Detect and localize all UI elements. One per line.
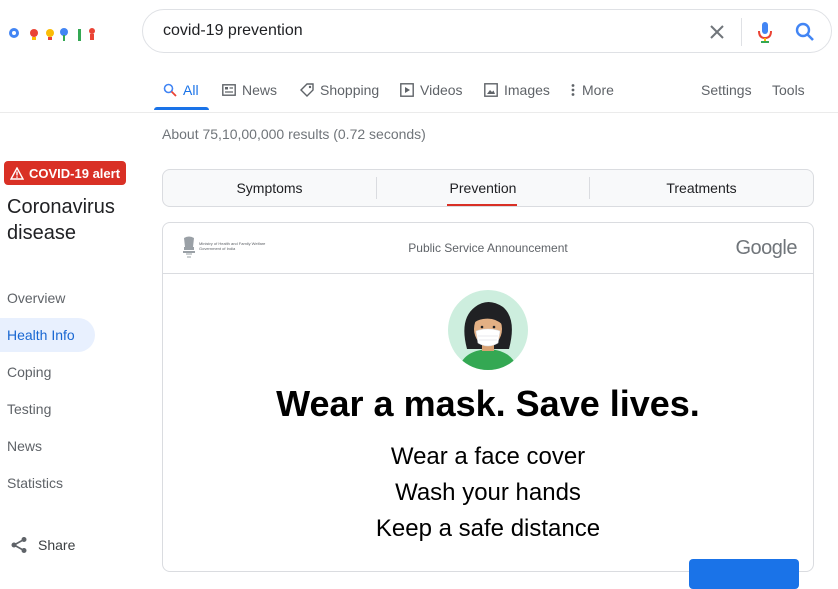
disease-title: Coronavirus disease — [7, 196, 115, 244]
tab-label: Shopping — [320, 82, 380, 98]
tab-label: All — [183, 82, 199, 98]
psa-card-header: Ministry of Health and Family Welfare Go… — [163, 223, 813, 274]
clear-search-button[interactable] — [703, 18, 731, 46]
tab-more[interactable]: More — [570, 70, 614, 110]
search-box[interactable]: covid-19 prevention — [142, 9, 832, 53]
subnav-prevention[interactable]: Prevention — [377, 170, 589, 206]
sidebar-item-coping[interactable]: Coping — [0, 355, 51, 389]
subnav-symptoms[interactable]: Symptoms — [163, 170, 376, 206]
search-button[interactable] — [791, 18, 819, 46]
tab-label: More — [582, 82, 614, 98]
psa-line: Keep a safe distance — [375, 515, 601, 542]
covid-alert-badge: COVID-19 alert — [4, 161, 127, 185]
subnav-label: Prevention — [449, 180, 517, 196]
psa-line: Wash your hands — [395, 479, 581, 506]
search-divider — [741, 18, 742, 46]
sidebar-item-label: News — [7, 438, 43, 454]
share-label: Share — [38, 537, 76, 553]
psa-card: Ministry of Health and Family Welfare Go… — [162, 222, 814, 589]
more-vertical-icon — [571, 84, 575, 96]
tab-all[interactable]: All — [163, 70, 199, 110]
tools-link[interactable]: Tools — [772, 70, 805, 110]
share-icon — [11, 537, 27, 553]
tab-news[interactable]: News — [222, 70, 277, 110]
play-icon — [400, 83, 414, 97]
psa-label: Public Service Announcement — [408, 241, 568, 255]
tab-shopping[interactable]: Shopping — [300, 70, 379, 110]
subnav-label: Treatments — [666, 180, 737, 196]
sidebar-item-label: Statistics — [7, 475, 64, 491]
sidebar-item-overview[interactable]: Overview — [0, 281, 65, 315]
google-doodle-logo[interactable] — [6, 20, 102, 44]
masked-person-illustration — [448, 290, 528, 370]
search-tabs: All News Shopping Videos Images More Set… — [0, 70, 838, 113]
sidebar-item-statistics[interactable]: Statistics — [0, 466, 63, 500]
image-icon — [484, 83, 498, 97]
settings-link[interactable]: Settings — [701, 70, 752, 110]
subnav-treatments[interactable]: Treatments — [590, 170, 813, 206]
active-tab-indicator — [154, 107, 209, 110]
search-input[interactable]: covid-19 prevention — [163, 22, 303, 40]
tab-images[interactable]: Images — [484, 70, 550, 110]
sidebar-item-label: Overview — [7, 290, 66, 306]
google-brand: Google — [735, 237, 798, 259]
sidebar-item-testing[interactable]: Testing — [0, 392, 51, 426]
tag-icon — [300, 83, 314, 97]
settings-label: Settings — [701, 82, 752, 98]
search-icon — [163, 83, 177, 97]
close-icon — [710, 25, 724, 39]
sidebar-item-news[interactable]: News — [0, 429, 42, 463]
sidebar-item-health-info[interactable]: Health Info — [0, 318, 95, 352]
tab-label: News — [242, 82, 278, 98]
sidebar-item-label: Health Info — [7, 327, 75, 343]
alert-label: COVID-19 alert — [29, 165, 121, 181]
result-stats: About 75,10,00,000 results (0.72 seconds… — [162, 126, 426, 142]
tab-label: Videos — [420, 82, 463, 98]
voice-search-button[interactable] — [751, 18, 779, 46]
topic-subnav: Symptoms Prevention Treatments — [162, 169, 814, 207]
tab-label: Images — [504, 82, 550, 98]
psa-headline: Wear a mask. Save lives. — [276, 383, 700, 424]
subnav-active-indicator — [447, 204, 517, 206]
card-action-button[interactable] — [689, 559, 799, 589]
subnav-label: Symptoms — [236, 180, 303, 196]
warning-icon — [10, 166, 24, 180]
news-icon — [222, 84, 236, 96]
tools-label: Tools — [772, 82, 805, 98]
sidebar-item-label: Coping — [7, 364, 52, 380]
share-button[interactable]: Share — [10, 536, 75, 554]
psa-line: Wear a face cover — [390, 443, 586, 470]
tab-videos[interactable]: Videos — [400, 70, 463, 110]
sidebar-item-label: Testing — [7, 401, 52, 417]
search-icon — [795, 22, 814, 41]
microphone-icon — [758, 22, 772, 43]
